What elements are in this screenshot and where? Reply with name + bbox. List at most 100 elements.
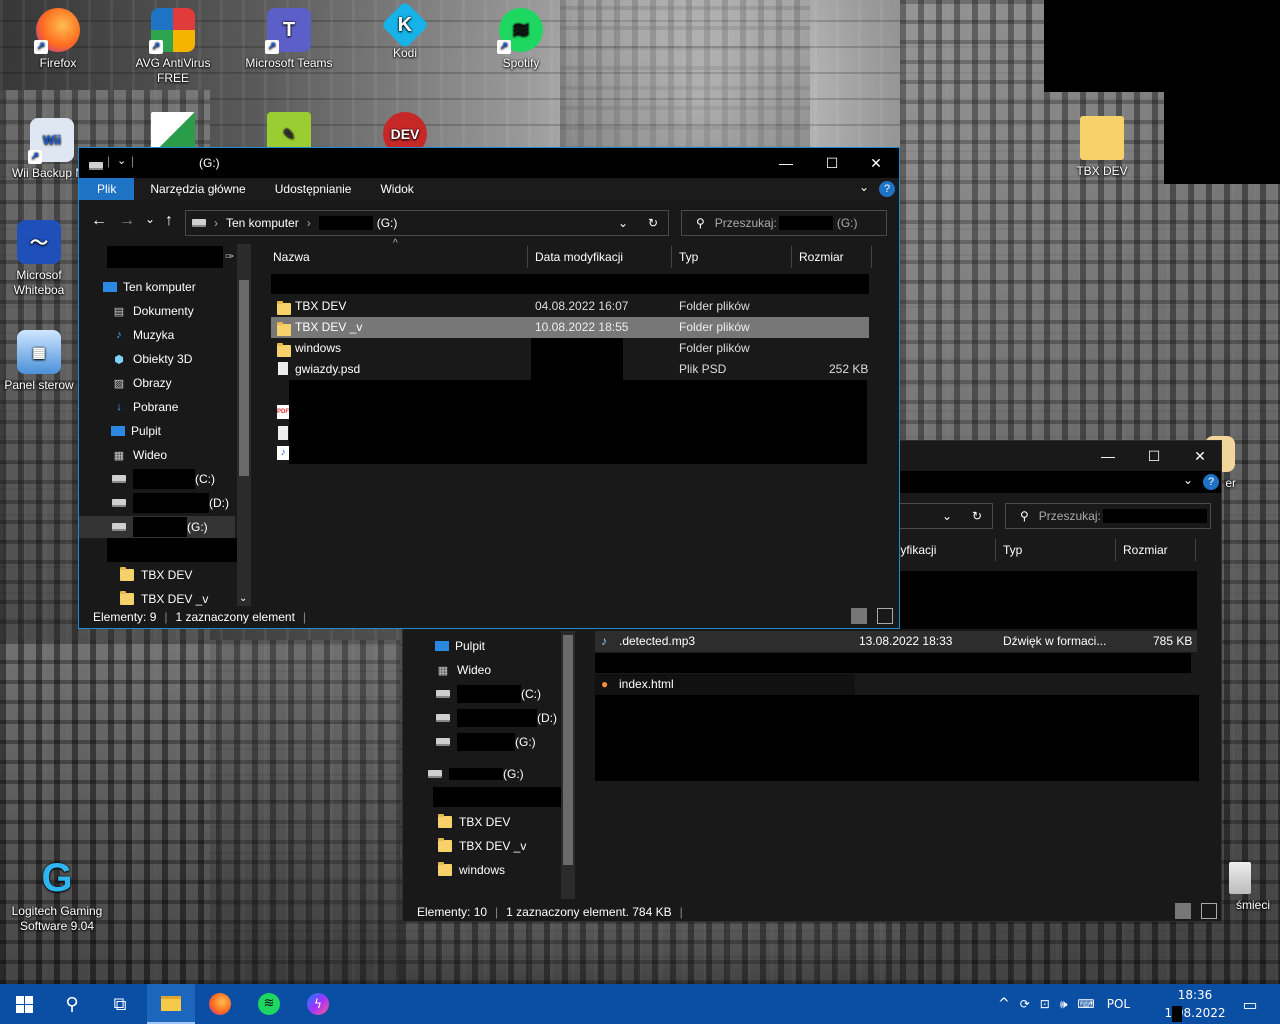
desktop-icon-tbx-dev[interactable]: TBX DEV xyxy=(1047,116,1157,179)
chevron-down-icon[interactable]: ⌄ xyxy=(239,593,247,604)
desktop-icon-spotify[interactable]: ≋ ↗ Spotify xyxy=(466,8,576,71)
column-separator[interactable] xyxy=(1115,539,1116,561)
nav-scrollbar[interactable] xyxy=(561,631,575,899)
column-separator[interactable] xyxy=(527,246,528,268)
volume-icon[interactable]: 🕪 xyxy=(1060,997,1068,1012)
chevron-down-icon[interactable]: ⌄ xyxy=(117,154,126,167)
file-row[interactable]: TBX DEV 04.08.2022 16:07 Folder plików xyxy=(271,296,869,317)
nav-item-drive-d[interactable]: (D:) xyxy=(111,492,229,514)
nav-item-folder-tbx[interactable]: TBX DEV xyxy=(119,564,192,586)
title-bar[interactable]: | ⌄ | (G:) — ☐ ✕ xyxy=(79,148,899,178)
details-view-icon[interactable] xyxy=(851,608,867,624)
column-header-size[interactable]: Rozmiar xyxy=(799,244,844,270)
column-separator[interactable] xyxy=(791,246,792,268)
explorer-window-main[interactable]: | ⌄ | (G:) — ☐ ✕ Plik Narzędzia główne U… xyxy=(78,147,900,629)
scrollbar-thumb[interactable] xyxy=(563,635,573,865)
nav-item-drive-g2[interactable]: (G:) xyxy=(427,763,524,785)
taskbar-file-explorer[interactable] xyxy=(147,984,195,1024)
nav-item-video[interactable]: ▦ Wideo xyxy=(435,659,491,681)
file-row[interactable]: ● index.html xyxy=(595,674,855,695)
file-row-selected[interactable]: TBX DEV _v 10.08.2022 18:55 Folder plikó… xyxy=(271,317,869,338)
nav-item-drive-g[interactable]: (G:) xyxy=(79,516,235,538)
language-indicator[interactable]: POL xyxy=(1107,997,1130,1011)
nav-item-this-pc[interactable]: Ten komputer xyxy=(103,276,196,298)
large-icons-view-icon[interactable] xyxy=(1201,903,1217,919)
column-header-type[interactable]: Typ xyxy=(679,244,698,270)
tab-home[interactable]: Narzędzia główne xyxy=(134,178,258,200)
close-button[interactable]: ✕ xyxy=(853,148,899,178)
close-button[interactable]: ✕ xyxy=(1177,441,1223,471)
minimize-button[interactable]: — xyxy=(763,148,809,178)
scrollbar-thumb[interactable] xyxy=(239,280,249,476)
maximize-button[interactable]: ☐ xyxy=(809,148,855,178)
nav-item-video[interactable]: ▦ Wideo xyxy=(111,444,167,466)
nav-item-folder-tbx-v[interactable]: TBX DEV _v xyxy=(437,835,526,857)
chevron-up-icon[interactable]: ^ xyxy=(998,996,1010,1012)
details-view-icon[interactable] xyxy=(1175,903,1191,919)
column-separator[interactable] xyxy=(871,246,872,268)
column-header-modified[interactable]: Data modyfikacji xyxy=(535,244,623,270)
navigation-pane[interactable]: ✑ Ten komputer ▤ Dokumenty ♪ Muzyka ⬢ Obiek… xyxy=(79,244,253,606)
nav-item-desktop[interactable]: Pulpit xyxy=(111,420,161,442)
column-separator[interactable] xyxy=(995,539,996,561)
nav-scrollbar[interactable]: ⌄ xyxy=(237,244,251,606)
desktop-icon-control-panel[interactable]: ▦ Panel sterow xyxy=(0,330,78,393)
search-button[interactable]: ⚲ xyxy=(48,984,96,1024)
help-icon[interactable]: ? xyxy=(879,181,895,197)
nav-item-music[interactable]: ♪ Muzyka xyxy=(111,324,174,346)
large-icons-view-icon[interactable] xyxy=(877,608,893,624)
notification-center-button[interactable]: ▭ xyxy=(1226,984,1274,1024)
breadcrumb-drive[interactable]: (G:) xyxy=(377,216,398,230)
refresh-icon[interactable]: ↻ xyxy=(648,216,658,230)
sync-icon[interactable]: ⟳ xyxy=(1020,997,1030,1011)
taskbar-messenger[interactable]: ϟ xyxy=(294,984,342,1024)
column-separator[interactable] xyxy=(1195,539,1196,561)
maximize-button[interactable]: ☐ xyxy=(1131,441,1177,471)
nav-item-folder-windows[interactable]: windows xyxy=(437,859,505,881)
chevron-down-icon[interactable]: ⌄ xyxy=(942,509,952,523)
taskbar-spotify[interactable]: ≋ xyxy=(245,984,293,1024)
desktop-icon-teams[interactable]: T ↗ Microsoft Teams xyxy=(234,8,344,71)
breadcrumb-this-pc[interactable]: Ten komputer xyxy=(226,216,299,230)
nav-item-drive-c[interactable]: (C:) xyxy=(435,683,541,705)
tab-share[interactable]: Udostępnianie xyxy=(259,178,365,200)
taskbar-firefox[interactable] xyxy=(196,984,244,1024)
address-field[interactable]: › Ten komputer › (G:) ⌄ ↻ xyxy=(185,210,669,236)
up-arrow-icon[interactable]: ↑ xyxy=(165,212,173,230)
desktop-icon-kodi[interactable]: K Kodi xyxy=(350,0,460,61)
tab-file[interactable]: Plik xyxy=(79,178,135,200)
desktop-icon-firefox[interactable]: ↗ Firefox xyxy=(3,8,113,71)
nav-item-downloads[interactable]: ↓ Pobrane xyxy=(111,396,178,418)
back-arrow-icon[interactable]: ← xyxy=(91,212,107,230)
tab-view[interactable]: Widok xyxy=(364,178,426,200)
search-field[interactable]: ⚲ Przeszukaj: xyxy=(1005,503,1211,529)
keyboard-icon[interactable]: ⌨ xyxy=(1077,997,1094,1011)
minimize-button[interactable]: — xyxy=(1085,441,1131,471)
nav-item-desktop[interactable]: Pulpit xyxy=(435,635,485,657)
column-header-size[interactable]: Rozmiar xyxy=(1123,537,1168,563)
desktop-icon-logitech[interactable]: G Logitech Gaming Software 9.04 xyxy=(2,856,112,934)
chevron-down-icon[interactable]: ⌄ xyxy=(618,216,628,230)
navigation-pane[interactable]: Pulpit ▦ Wideo (C:) (D:) (G:) (G:) TBX DE… xyxy=(427,631,577,899)
nav-item-folder-tbx-v[interactable]: TBX DEV _v xyxy=(119,588,208,606)
task-view-button[interactable]: ⧉ xyxy=(96,984,144,1024)
nav-item-drive-d[interactable]: (D:) xyxy=(435,707,557,729)
desktop-icon-avg[interactable]: ↗ AVG AntiVirus FREE xyxy=(118,8,228,86)
desktop-icon-whiteboard[interactable]: 〜 Microsof Whiteboa xyxy=(0,220,78,298)
file-row[interactable]: ♪ .detected.mp3 13.08.2022 18:33 Dźwięk … xyxy=(595,631,1197,652)
refresh-icon[interactable]: ↻ xyxy=(972,509,982,523)
recent-locations-icon[interactable]: ⌄ xyxy=(145,212,155,226)
forward-arrow-icon[interactable]: → xyxy=(119,212,135,230)
network-icon[interactable]: ⊡ xyxy=(1040,997,1050,1011)
nav-item-pictures[interactable]: ▨ Obrazy xyxy=(111,372,172,394)
nav-item-drive-g[interactable]: (G:) xyxy=(435,731,536,753)
column-header-type[interactable]: Typ xyxy=(1003,537,1022,563)
chevron-down-icon[interactable]: ⌄ xyxy=(859,180,869,194)
chevron-down-icon[interactable]: ⌄ xyxy=(1183,473,1193,487)
nav-item-drive-c[interactable]: (C:) xyxy=(111,468,215,490)
nav-item-folder-tbx[interactable]: TBX DEV xyxy=(437,811,510,833)
search-field[interactable]: ⚲ Przeszukaj: (G:) xyxy=(681,210,887,236)
nav-item-documents[interactable]: ▤ Dokumenty xyxy=(111,300,194,322)
start-button[interactable] xyxy=(0,984,48,1024)
nav-item-3d-objects[interactable]: ⬢ Obiekty 3D xyxy=(111,348,192,370)
